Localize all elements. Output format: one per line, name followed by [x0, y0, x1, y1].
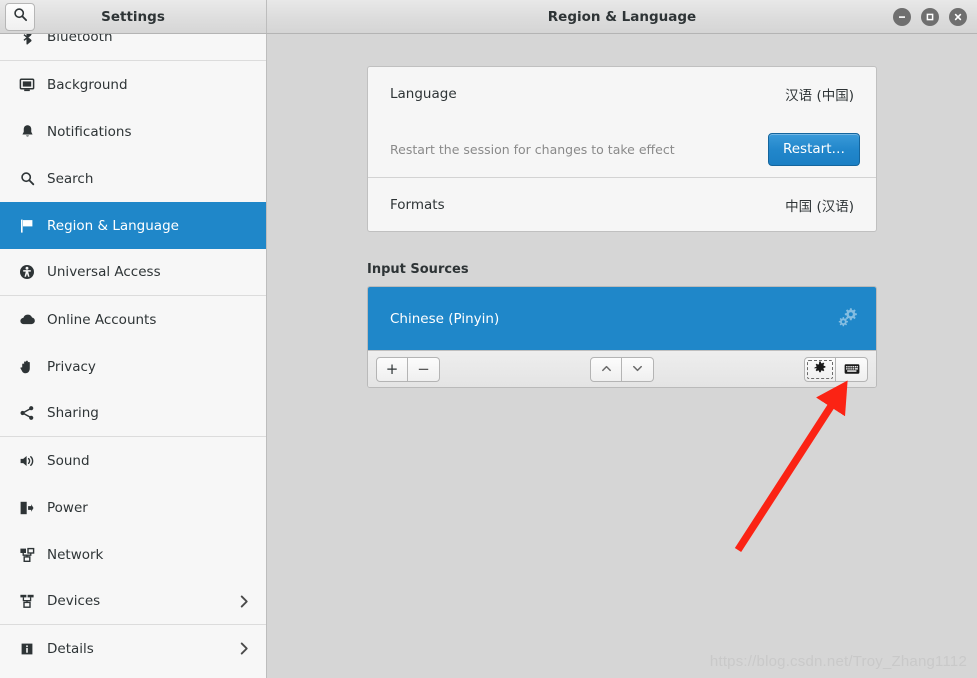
sidebar-item-label: Background [47, 76, 128, 93]
sidebar-item-label: Details [47, 640, 94, 657]
accessibility-icon [16, 264, 38, 280]
input-source-settings-button[interactable] [804, 356, 836, 382]
sidebar-item-label: Search [47, 170, 94, 187]
add-remove-group: + − [376, 356, 440, 382]
sidebar-item-label: Sound [47, 452, 90, 469]
sidebar-item-label: Universal Access [47, 264, 161, 280]
settings-window: Settings Region & Language Bluetooth Bac… [0, 0, 977, 678]
app-title: Settings [101, 8, 165, 25]
formats-label: Formats [390, 196, 445, 213]
sidebar-item-sharing[interactable]: Sharing [0, 390, 266, 437]
restart-button[interactable]: Restart… [767, 132, 860, 166]
chevron-up-icon [600, 360, 613, 379]
window-controls [893, 7, 967, 26]
sidebar-item-label: Bluetooth [47, 34, 113, 45]
sidebar-item-label: Privacy [47, 358, 96, 375]
gear-icon [813, 360, 827, 379]
sidebar-item-devices[interactable]: Devices [0, 578, 266, 625]
chevron-down-icon [631, 360, 644, 379]
maximize-icon [925, 12, 935, 22]
formats-value: 中国 (汉语) [785, 198, 854, 215]
sidebar-item-region-language[interactable]: Region & Language [0, 202, 266, 249]
sidebar-item-privacy[interactable]: Privacy [0, 343, 266, 390]
background-icon [16, 77, 38, 93]
sidebar-item-label: Network [47, 546, 104, 563]
power-plug-icon [16, 500, 38, 516]
window-body: Bluetooth Background Notifications Searc… [0, 34, 977, 678]
sidebar: Bluetooth Background Notifications Searc… [0, 34, 267, 678]
remove-input-source-button[interactable]: − [408, 356, 440, 382]
minimize-button[interactable] [893, 7, 911, 26]
move-down-button[interactable] [622, 356, 654, 382]
close-button[interactable] [949, 7, 967, 26]
sidebar-item-label: Online Accounts [47, 311, 157, 328]
window-header: Region & Language [267, 0, 977, 33]
input-sources-box: Chinese (Pinyin) + − [367, 286, 877, 388]
sidebar-item-label: Notifications [47, 123, 132, 140]
move-up-button[interactable] [590, 356, 622, 382]
cloud-icon [16, 311, 38, 328]
devices-icon [16, 593, 38, 609]
add-input-source-button[interactable]: + [376, 356, 408, 382]
settings-keyboard-group [804, 356, 868, 382]
flag-icon [16, 218, 38, 234]
sidebar-item-label: Region & Language [47, 217, 179, 234]
sidebar-item-background[interactable]: Background [0, 61, 266, 108]
search-icon [16, 171, 38, 186]
move-group [590, 356, 654, 382]
language-card: Language 汉语 (中国) Restart the session for… [367, 66, 877, 232]
close-icon [953, 12, 963, 22]
input-source-item[interactable]: Chinese (Pinyin) [368, 287, 876, 350]
chevron-right-icon [237, 594, 252, 609]
page-title: Region & Language [547, 8, 697, 25]
chevron-right-icon [237, 641, 252, 656]
sidebar-item-label: Sharing [47, 405, 99, 421]
bluetooth-icon [16, 34, 38, 45]
sidebar-item-notifications[interactable]: Notifications [0, 108, 266, 155]
language-label: Language [390, 86, 457, 102]
sidebar-item-label: Power [47, 499, 88, 516]
sidebar-item-sound[interactable]: Sound [0, 437, 266, 484]
sidebar-item-universal-access[interactable]: Universal Access [0, 249, 266, 296]
content-area: Language 汉语 (中国) Restart the session for… [267, 34, 977, 678]
sidebar-item-online-accounts[interactable]: Online Accounts [0, 296, 266, 343]
restart-row: Restart the session for changes to take … [368, 121, 876, 177]
show-keyboard-layout-button[interactable] [836, 356, 868, 382]
input-sources-title: Input Sources [367, 262, 469, 277]
bell-icon [16, 124, 38, 139]
formats-row[interactable]: Formats 中国 (汉语) [368, 177, 876, 231]
input-sources-list: Chinese (Pinyin) [368, 287, 876, 350]
speaker-icon [16, 453, 38, 469]
sidebar-item-search[interactable]: Search [0, 155, 266, 202]
hand-icon [16, 359, 38, 375]
sidebar-item-bluetooth[interactable]: Bluetooth [0, 34, 266, 61]
plus-icon: + [385, 359, 399, 378]
sidebar-item-network[interactable]: Network [0, 531, 266, 578]
restart-note: Restart the session for changes to take … [390, 141, 675, 157]
watermark: https://blog.csdn.net/Troy_Zhang1112 [709, 653, 967, 670]
region-language-panel: Language 汉语 (中国) Restart the session for… [267, 34, 977, 388]
input-sources-toolbar: + − [368, 350, 876, 387]
input-source-label: Chinese (Pinyin) [390, 310, 500, 327]
search-button[interactable] [5, 2, 35, 31]
title-bar: Settings Region & Language [0, 0, 977, 34]
sidebar-item-details[interactable]: Details [0, 625, 266, 672]
language-row[interactable]: Language 汉语 (中国) [368, 67, 876, 121]
share-icon [16, 405, 38, 421]
sidebar-item-power[interactable]: Power [0, 484, 266, 531]
language-value: 汉语 (中国) [785, 88, 854, 104]
preferences-gears-icon[interactable] [836, 306, 860, 332]
minus-icon: − [417, 359, 430, 378]
minimize-icon [897, 12, 907, 22]
keyboard-icon [844, 360, 860, 379]
sidebar-header: Settings [0, 0, 267, 33]
info-icon [16, 641, 38, 657]
sidebar-item-label: Devices [47, 593, 101, 609]
network-icon [16, 547, 38, 563]
maximize-button[interactable] [921, 7, 939, 26]
sidebar-list: Bluetooth Background Notifications Searc… [0, 34, 266, 678]
search-icon [13, 7, 28, 26]
